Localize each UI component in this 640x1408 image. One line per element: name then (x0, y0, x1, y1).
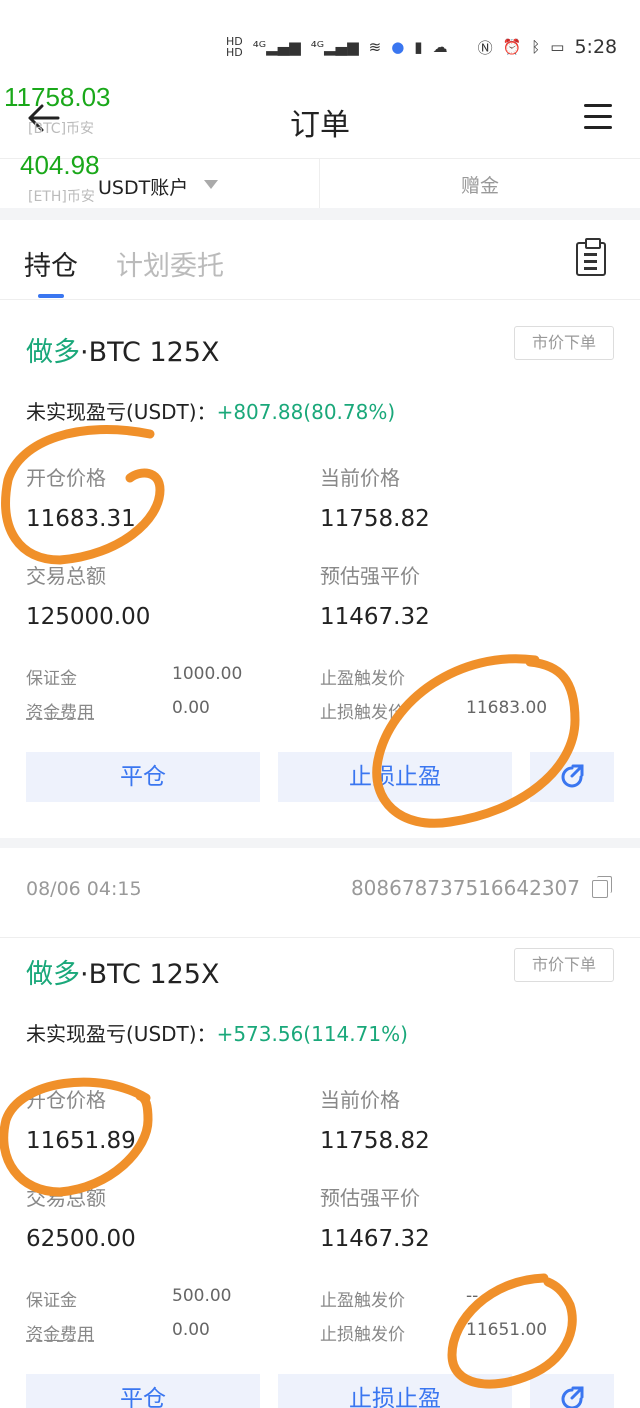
open-price-label: 开仓价格 (26, 1088, 106, 1112)
liquidation-price-label: 预估强平价 (320, 564, 420, 588)
card-divider (0, 838, 640, 848)
status-icons: HD HD ⁴ᴳ▂▄▆ ⁴ᴳ▂▄▆ ≋ ● ▮ ☁ Ⓝ ⏰ ᛒ ▭ 5:28 (226, 36, 617, 58)
tpsl-button[interactable]: 止损止盈 (278, 752, 512, 802)
current-price-label: 当前价格 (320, 466, 400, 490)
close-position-button[interactable]: 平仓 (26, 1374, 260, 1408)
btc-ticker-label: [BTC]币安 (28, 121, 95, 137)
copy-icon[interactable] (592, 876, 612, 898)
current-price-value: 11758.82 (320, 1128, 430, 1154)
position-card: 做多·BTC 125X 市价下单 未实现盈亏(USDT)：+807.88(80.… (0, 300, 640, 838)
order-date: 08/06 04:15 (26, 878, 142, 900)
market-order-button[interactable]: 市价下单 (514, 326, 614, 360)
browser-icon: ● (391, 38, 405, 56)
tpsl-button[interactable]: 止损止盈 (278, 1374, 512, 1408)
battery-small-icon: ▮ (414, 38, 423, 56)
funding-fee-label[interactable]: 资金费用 (26, 1320, 94, 1345)
eth-ticker-price: 404.98 (20, 150, 100, 180)
menu-icon[interactable] (584, 104, 612, 130)
signal-icon: ⁴ᴳ▂▄▆ (310, 38, 359, 56)
current-price-label: 当前价格 (320, 1088, 400, 1112)
share-icon[interactable] (530, 1374, 614, 1408)
funding-fee-value: 0.00 (172, 1320, 210, 1340)
open-price-label: 开仓价格 (26, 466, 106, 490)
open-price-value: 11651.89 (26, 1128, 136, 1154)
position-card: 做多·BTC 125X 市价下单 未实现盈亏(USDT)：+573.56(114… (0, 922, 640, 1408)
status-time: 5:28 (574, 36, 618, 58)
total-amount-label: 交易总额 (26, 1186, 106, 1210)
account-label: USDT账户 (98, 177, 189, 199)
funding-fee-value: 0.00 (172, 698, 210, 718)
stop-loss-value: 11651.00 (466, 1320, 548, 1340)
unrealized-pnl: 未实现盈亏(USDT)：+807.88(80.78%) (26, 400, 396, 424)
take-profit-value: -- (466, 1286, 479, 1306)
open-price-value: 11683.31 (26, 506, 136, 532)
stop-loss-value: 11683.00 (466, 698, 548, 718)
alarm-icon: ⏰ (502, 38, 522, 56)
liquidation-price-label: 预估强平价 (320, 1186, 420, 1210)
position-symbol: ·BTC 125X (80, 337, 220, 368)
stop-loss-label: 止损触发价 (320, 1325, 405, 1345)
margin-label: 保证金 (26, 1291, 77, 1311)
bonus-account-tab[interactable]: 赠金 (320, 159, 640, 208)
battery-icon: ▭ (550, 38, 565, 56)
eth-ticker-label: [ETH]币安 (28, 189, 95, 205)
margin-value: 500.00 (172, 1286, 232, 1306)
current-price-value: 11758.82 (320, 506, 430, 532)
tab-plan-orders[interactable]: 计划委托 (116, 244, 224, 283)
btc-ticker-price: 11758.03 (4, 82, 111, 112)
signal-icon: ⁴ᴳ▂▄▆ (252, 38, 301, 56)
share-icon[interactable] (530, 752, 614, 802)
wechat-icon: ☁ (432, 38, 448, 56)
clipboard-icon[interactable] (576, 238, 606, 276)
section-gap (0, 208, 640, 220)
total-amount-label: 交易总额 (26, 564, 106, 588)
stop-loss-label: 止损触发价 (320, 703, 405, 723)
liquidation-price-value: 11467.32 (320, 604, 430, 630)
total-amount-value: 62500.00 (26, 1226, 136, 1252)
chevron-down-icon (204, 180, 218, 189)
pnl-value: +807.88(80.78%) (216, 400, 396, 424)
nfc-icon: Ⓝ (477, 38, 493, 57)
wifi-icon: ≋ (368, 38, 382, 56)
tab-positions[interactable]: 持仓 (24, 244, 78, 283)
unrealized-pnl: 未实现盈亏(USDT)：+573.56(114.71%) (26, 1022, 408, 1046)
position-direction: 做多·BTC 125X (26, 337, 220, 368)
order-tabs: 持仓 计划委托 (0, 220, 640, 300)
margin-value: 1000.00 (172, 664, 243, 684)
active-tab-indicator (38, 294, 64, 298)
take-profit-label: 止盈触发价 (320, 1291, 405, 1311)
position-direction: 做多·BTC 125X (26, 959, 220, 990)
position-symbol: ·BTC 125X (80, 959, 220, 990)
total-amount-value: 125000.00 (26, 604, 151, 630)
funding-fee-label[interactable]: 资金费用 (26, 698, 94, 723)
bluetooth-icon: ᛒ (531, 38, 541, 56)
margin-label: 保证金 (26, 669, 77, 689)
status-bar: HD HD ⁴ᴳ▂▄▆ ⁴ᴳ▂▄▆ ≋ ● ▮ ☁ Ⓝ ⏰ ᛒ ▭ 5:28 (0, 0, 640, 90)
market-order-button[interactable]: 市价下单 (514, 948, 614, 982)
order-id: 808678737516642307 (350, 876, 580, 900)
close-position-button[interactable]: 平仓 (26, 752, 260, 802)
liquidation-price-value: 11467.32 (320, 1226, 430, 1252)
pnl-value: +573.56(114.71%) (216, 1022, 408, 1046)
take-profit-label: 止盈触发价 (320, 669, 405, 689)
hd-icon: HD HD (226, 35, 243, 59)
